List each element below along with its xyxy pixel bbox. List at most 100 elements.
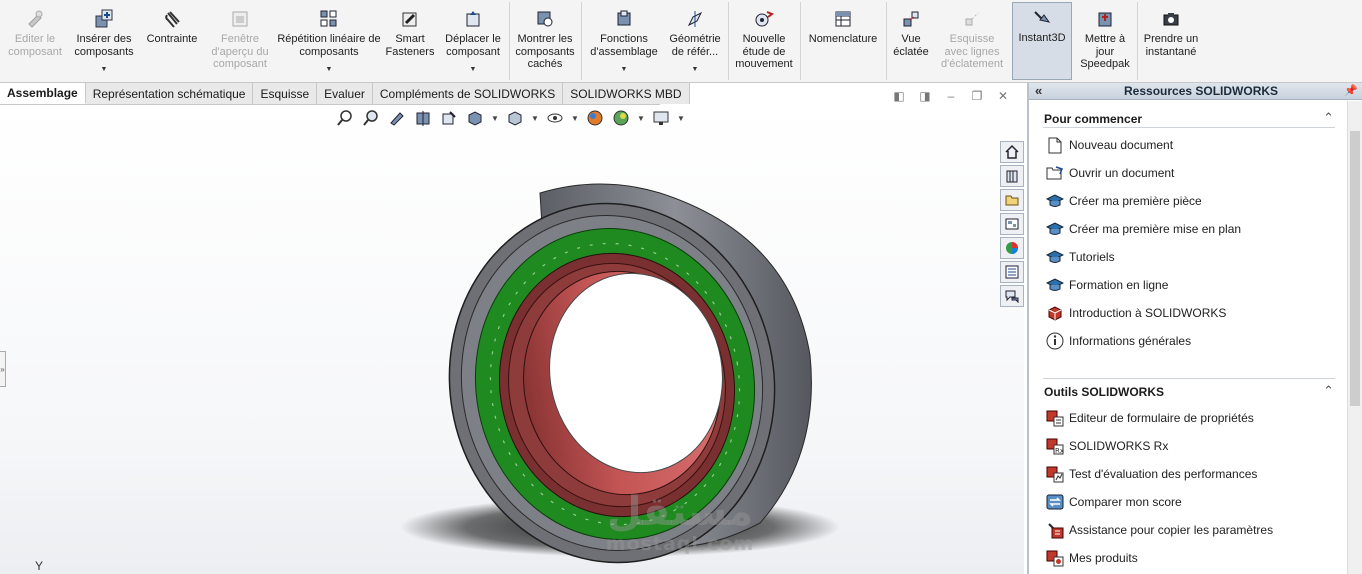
view-palette-icon[interactable]	[1000, 213, 1024, 235]
chevron-down-icon[interactable]: ▼	[530, 107, 540, 129]
open-document-link[interactable]: Ouvrir un document	[1044, 163, 1174, 183]
chevron-down-icon[interactable]: ▼	[570, 107, 580, 129]
tutorials-link[interactable]: Tutoriels	[1044, 247, 1115, 267]
dropdown-arrow-icon[interactable]: ▼	[692, 64, 699, 77]
first-part-tutorial-link[interactable]: Créer ma première pièce	[1044, 191, 1202, 211]
property-tab-builder-link[interactable]: Editeur de formulaire de propriétés	[1044, 408, 1254, 428]
mate-button[interactable]: Contrainte	[140, 4, 204, 80]
document-window-controls: ◧ ◨ – ❐ ✕	[892, 89, 1010, 103]
exploded-view-button[interactable]: Vue éclatée	[889, 4, 933, 80]
sw-tool-icon	[1044, 464, 1066, 484]
home-icon[interactable]	[1000, 141, 1024, 163]
sw-tool-icon	[1044, 548, 1066, 568]
section-getting-started-header[interactable]: Pour commencer ⌃	[1044, 110, 1334, 126]
collapse-chevron-icon[interactable]: ⌃	[1323, 110, 1334, 126]
tab-mbd[interactable]: SOLIDWORKS MBD	[563, 83, 690, 104]
apply-scene-icon[interactable]	[610, 107, 632, 129]
command-manager-ribbon: Editer le composant Insérer des composan…	[0, 0, 1362, 83]
section-view-icon[interactable]	[412, 107, 434, 129]
custom-properties-icon[interactable]	[1000, 261, 1024, 283]
my-products-link[interactable]: Mes produits	[1044, 548, 1138, 568]
first-drawing-tutorial-link[interactable]: Créer ma première mise en plan	[1044, 219, 1241, 239]
linear-pattern-button[interactable]: Répétition linéaire de composants ▼	[276, 4, 382, 80]
scrollbar-thumb[interactable]	[1350, 131, 1360, 406]
file-explorer-icon[interactable]	[1000, 189, 1024, 211]
reference-geometry-button[interactable]: Géométrie de référ... ▼	[666, 4, 724, 80]
dropdown-arrow-icon[interactable]: ▼	[621, 64, 628, 77]
tab-addins[interactable]: Compléments de SOLIDWORKS	[372, 83, 564, 104]
take-snapshot-button[interactable]: Prendre un instantané	[1140, 4, 1202, 80]
new-motion-study-button[interactable]: Nouvelle étude de mouvement	[731, 4, 797, 80]
forum-icon[interactable]	[1000, 285, 1024, 307]
section-tools-header[interactable]: Outils SOLIDWORKS ⌃	[1044, 383, 1334, 399]
linear-pattern-icon	[318, 8, 340, 30]
copy-settings-wizard-link[interactable]: Assistance pour copier les paramètres	[1044, 520, 1273, 540]
compare-icon	[1044, 492, 1066, 512]
tab-evaluate[interactable]: Evaluer	[317, 83, 373, 104]
panel-title: Ressources SOLIDWORKS	[1124, 84, 1279, 98]
dropdown-arrow-icon[interactable]: ▼	[101, 64, 108, 77]
tile-right-icon[interactable]: ◨	[918, 89, 932, 103]
preview-window-button[interactable]: Fenêtre d'aperçu du composant	[206, 4, 274, 80]
performance-benchmark-link[interactable]: Test d'évaluation des performances	[1044, 464, 1257, 484]
new-document-link[interactable]: Nouveau document	[1044, 135, 1173, 155]
assembly-features-icon	[613, 8, 635, 30]
bill-of-materials-button[interactable]: Nomenclature	[803, 4, 883, 80]
view-settings-icon[interactable]	[650, 107, 672, 129]
zoom-to-fit-icon[interactable]	[334, 107, 356, 129]
preview-window-icon	[229, 8, 251, 30]
update-speedpak-button[interactable]: Mettre à jour Speedpak	[1075, 4, 1135, 80]
minimize-icon[interactable]: –	[944, 89, 958, 103]
bearing-model[interactable]	[0, 105, 1024, 574]
feature-manager-expand-handle[interactable]: »	[0, 351, 6, 387]
zoom-to-area-icon[interactable]	[360, 107, 382, 129]
smart-fasteners-button[interactable]: Smart Fasteners	[384, 4, 436, 80]
tab-sketch[interactable]: Esquisse	[253, 83, 318, 104]
edit-appearance-icon[interactable]	[584, 107, 606, 129]
display-style-icon[interactable]	[504, 107, 526, 129]
speedpak-icon	[1094, 8, 1116, 30]
dropdown-arrow-icon[interactable]: ▼	[470, 64, 477, 77]
ribbon-divider	[509, 2, 510, 80]
ribbon-divider	[1137, 2, 1138, 80]
dynamic-annotation-icon[interactable]	[438, 107, 460, 129]
intro-solidworks-link[interactable]: Introduction à SOLIDWORKS	[1044, 303, 1226, 323]
tile-left-icon[interactable]: ◧	[892, 89, 906, 103]
hide-show-items-icon[interactable]	[544, 107, 566, 129]
solidworks-rx-link[interactable]: Rx SOLIDWORKS Rx	[1044, 436, 1168, 456]
explode-line-sketch-button[interactable]: Esquisse avec lignes d'éclatement	[936, 4, 1008, 80]
edit-component-button[interactable]: Editer le composant	[4, 4, 66, 80]
general-information-link[interactable]: Informations générales	[1044, 331, 1191, 351]
move-component-button[interactable]: Déplacer le composant ▼	[440, 4, 506, 80]
info-icon	[1044, 331, 1066, 351]
collapse-panel-icon[interactable]: «	[1035, 83, 1042, 98]
appearances-icon[interactable]	[1000, 237, 1024, 259]
task-pane-tab-strip	[1000, 141, 1026, 307]
bom-table-icon	[832, 8, 854, 30]
tab-layout[interactable]: Représentation schématique	[85, 83, 254, 104]
restore-icon[interactable]: ❐	[970, 89, 984, 103]
compare-score-link[interactable]: Comparer mon score	[1044, 492, 1182, 512]
panel-scrollbar[interactable]	[1347, 101, 1362, 574]
online-training-link[interactable]: Formation en ligne	[1044, 275, 1168, 295]
graduation-cap-icon	[1044, 247, 1066, 267]
assembly-features-button[interactable]: Fonctions d'assemblage ▼	[584, 4, 664, 80]
previous-view-icon[interactable]	[386, 107, 408, 129]
tab-assembly[interactable]: Assemblage	[0, 83, 86, 104]
dropdown-arrow-icon[interactable]: ▼	[326, 64, 333, 77]
insert-components-button[interactable]: Insérer des composants ▼	[70, 4, 138, 80]
collapse-chevron-icon[interactable]: ⌃	[1323, 383, 1334, 399]
instant3d-button[interactable]: Instant3D	[1012, 2, 1072, 80]
pin-icon[interactable]: 📌	[1344, 84, 1358, 97]
heads-up-view-toolbar: ▼ ▼ ▼ ▼ ▼	[334, 107, 686, 129]
close-icon[interactable]: ✕	[996, 89, 1010, 103]
chevron-down-icon[interactable]: ▼	[636, 107, 646, 129]
axis-label-y: Y	[35, 559, 44, 573]
chevron-down-icon[interactable]: ▼	[490, 107, 500, 129]
design-library-icon[interactable]	[1000, 165, 1024, 187]
graphics-area[interactable]	[0, 105, 1024, 574]
exploded-view-icon	[900, 8, 922, 30]
show-hidden-components-button[interactable]: Montrer les composants cachés	[512, 4, 578, 80]
chevron-down-icon[interactable]: ▼	[676, 107, 686, 129]
view-orientation-icon[interactable]	[464, 107, 486, 129]
